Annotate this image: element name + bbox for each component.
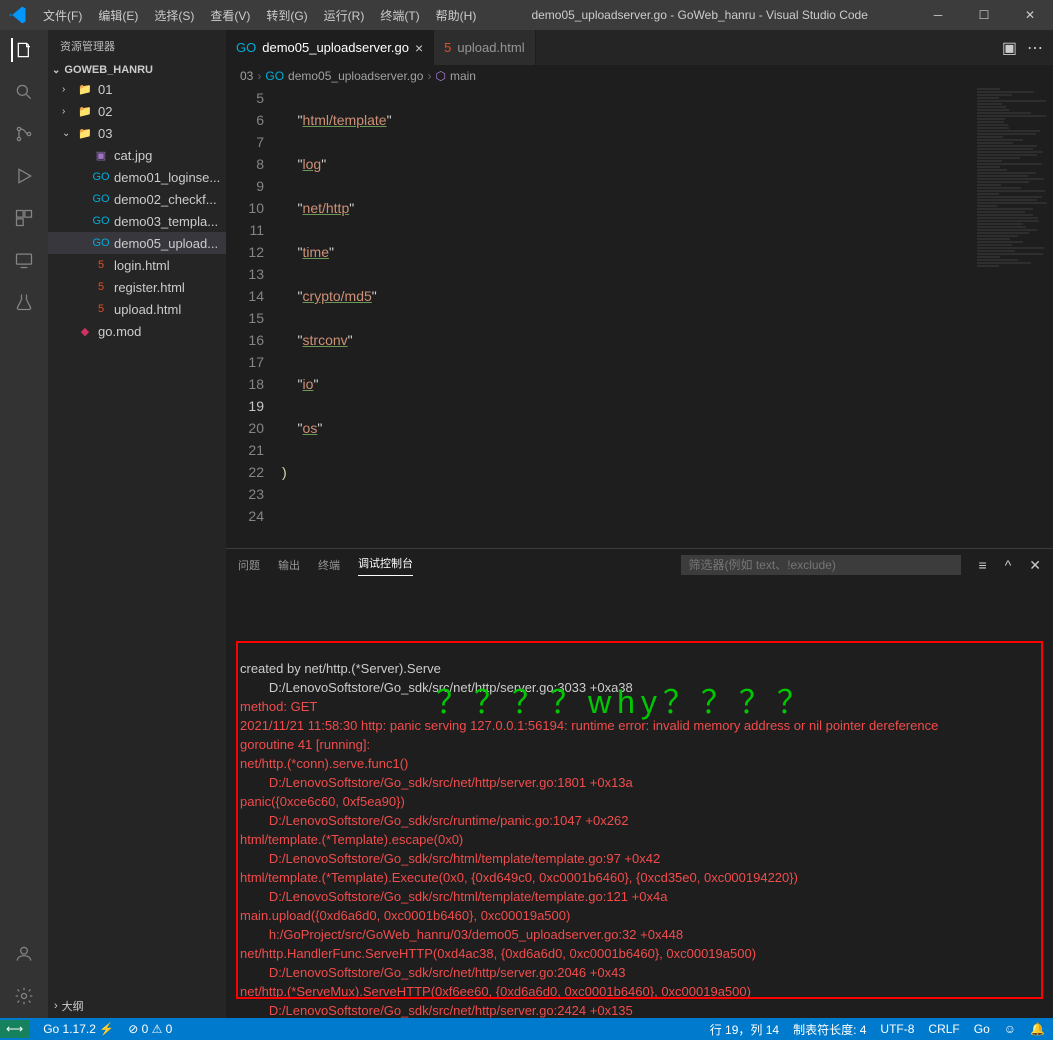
status-item[interactable]: Go 1.17.2 ⚡ (43, 1022, 114, 1036)
menu-item[interactable]: 编辑(E) (90, 7, 146, 24)
tree-item[interactable]: 5login.html (48, 254, 226, 276)
testing-icon[interactable] (12, 290, 36, 314)
tree-item[interactable]: ›📁02 (48, 100, 226, 122)
bottom-panel: 问题 输出 终端 调试控制台 ≡ ^ ✕ ？？？？why？？？？ created by… (226, 548, 1053, 1018)
sidebar-title: 资源管理器 (48, 30, 226, 62)
status-item[interactable]: 行 19，列 14 (710, 1021, 779, 1038)
close-panel-icon[interactable]: ✕ (1029, 557, 1041, 574)
editor-tab[interactable]: GOdemo05_uploadserver.go× (226, 30, 434, 65)
menu-item[interactable]: 查看(V) (202, 7, 258, 24)
tree-item[interactable]: ›📁01 (48, 78, 226, 100)
run-debug-icon[interactable] (12, 164, 36, 188)
file-tree: ›📁01›📁02⌄📁03▣cat.jpgGOdemo01_loginse...G… (48, 78, 226, 994)
debug-filter-input[interactable] (681, 555, 961, 575)
search-icon[interactable] (12, 80, 36, 104)
explorer-icon[interactable] (11, 38, 35, 62)
outline-header[interactable]: ›大纲 (48, 994, 226, 1018)
status-item[interactable]: 制表符长度: 4 (793, 1021, 866, 1038)
tree-item[interactable]: ▣cat.jpg (48, 144, 226, 166)
tree-item[interactable]: GOdemo02_checkf... (48, 188, 226, 210)
minimap[interactable] (973, 87, 1053, 548)
extensions-icon[interactable] (12, 206, 36, 230)
editor-tabs: GOdemo05_uploadserver.go×5upload.html ▣ … (226, 30, 1053, 65)
account-icon[interactable] (12, 942, 36, 966)
status-bar: ⟷ Go 1.17.2 ⚡ ⊘ 0 ⚠ 0 行 19，列 14 制表符长度: 4 UT… (0, 1018, 1053, 1040)
explorer-sidebar: 资源管理器 ⌄GOWEB_HANRU ›📁01›📁02⌄📁03▣cat.jpgG… (48, 30, 226, 1018)
tree-item[interactable]: ◆go.mod (48, 320, 226, 342)
window-title: demo05_uploadserver.go - GoWeb_hanru - V… (484, 8, 915, 22)
status-item[interactable]: Go (974, 1022, 990, 1036)
menu-item[interactable]: 运行(R) (316, 7, 373, 24)
maximize-button[interactable]: ☐ (961, 0, 1007, 30)
more-actions-icon[interactable]: ⋯ (1027, 38, 1043, 58)
menu-item[interactable]: 终端(T) (372, 7, 427, 24)
split-editor-icon[interactable]: ▣ (1002, 38, 1017, 58)
breadcrumb[interactable]: 03› GOdemo05_uploadserver.go› ⬡main (226, 65, 1053, 87)
status-item[interactable]: ☺ (1004, 1022, 1016, 1036)
code-content[interactable]: "html/template" "log" "net/http" "time" … (282, 87, 1053, 548)
tree-item[interactable]: GOdemo05_upload... (48, 232, 226, 254)
panel-tab[interactable]: 问题 (238, 557, 260, 573)
status-item[interactable]: CRLF (928, 1022, 959, 1036)
debug-console[interactable]: ？？？？why？？？？ created by net/http.(*Server… (226, 581, 1053, 1018)
close-button[interactable]: ✕ (1007, 0, 1053, 30)
remote-icon[interactable] (12, 248, 36, 272)
settings-gear-icon[interactable] (12, 984, 36, 1008)
line-gutter: 56789101112131415161718192021222324 (226, 87, 282, 548)
menu-item[interactable]: 文件(F) (35, 7, 90, 24)
editor-group: GOdemo05_uploadserver.go×5upload.html ▣ … (226, 30, 1053, 1018)
tree-item[interactable]: 5upload.html (48, 298, 226, 320)
editor-tab[interactable]: 5upload.html (434, 30, 535, 65)
minimize-button[interactable]: ─ (915, 0, 961, 30)
panel-tab[interactable]: 输出 (278, 557, 300, 573)
panel-tab[interactable]: 终端 (318, 557, 340, 573)
menu-item[interactable]: 转到(G) (258, 7, 315, 24)
menu-item[interactable]: 选择(S) (146, 7, 202, 24)
tree-item[interactable]: GOdemo03_templa... (48, 210, 226, 232)
tree-item[interactable]: ⌄📁03 (48, 122, 226, 144)
status-item[interactable]: 🔔 (1030, 1022, 1045, 1036)
clear-icon[interactable]: ≡ (979, 557, 987, 573)
code-editor[interactable]: 56789101112131415161718192021222324 "htm… (226, 87, 1053, 548)
remote-indicator[interactable]: ⟷ (0, 1020, 29, 1038)
tree-item[interactable]: GOdemo01_loginse... (48, 166, 226, 188)
panel-tab[interactable]: 调试控制台 (358, 555, 413, 576)
panel-tabs: 问题 输出 终端 调试控制台 ≡ ^ ✕ (226, 549, 1053, 581)
workspace-header[interactable]: ⌄GOWEB_HANRU (48, 62, 226, 78)
close-tab-icon[interactable]: × (415, 40, 423, 56)
status-item[interactable]: UTF-8 (880, 1022, 914, 1036)
source-control-icon[interactable] (12, 122, 36, 146)
vscode-logo-icon (0, 5, 35, 25)
maximize-panel-icon[interactable]: ^ (1005, 557, 1012, 573)
activity-bar (0, 30, 48, 1018)
status-item[interactable]: ⊘ 0 ⚠ 0 (128, 1022, 172, 1036)
tree-item[interactable]: 5register.html (48, 276, 226, 298)
menu-item[interactable]: 帮助(H) (428, 7, 485, 24)
menu-bar: 文件(F)编辑(E)选择(S)查看(V)转到(G)运行(R)终端(T)帮助(H) (35, 7, 484, 24)
titlebar: 文件(F)编辑(E)选择(S)查看(V)转到(G)运行(R)终端(T)帮助(H)… (0, 0, 1053, 30)
